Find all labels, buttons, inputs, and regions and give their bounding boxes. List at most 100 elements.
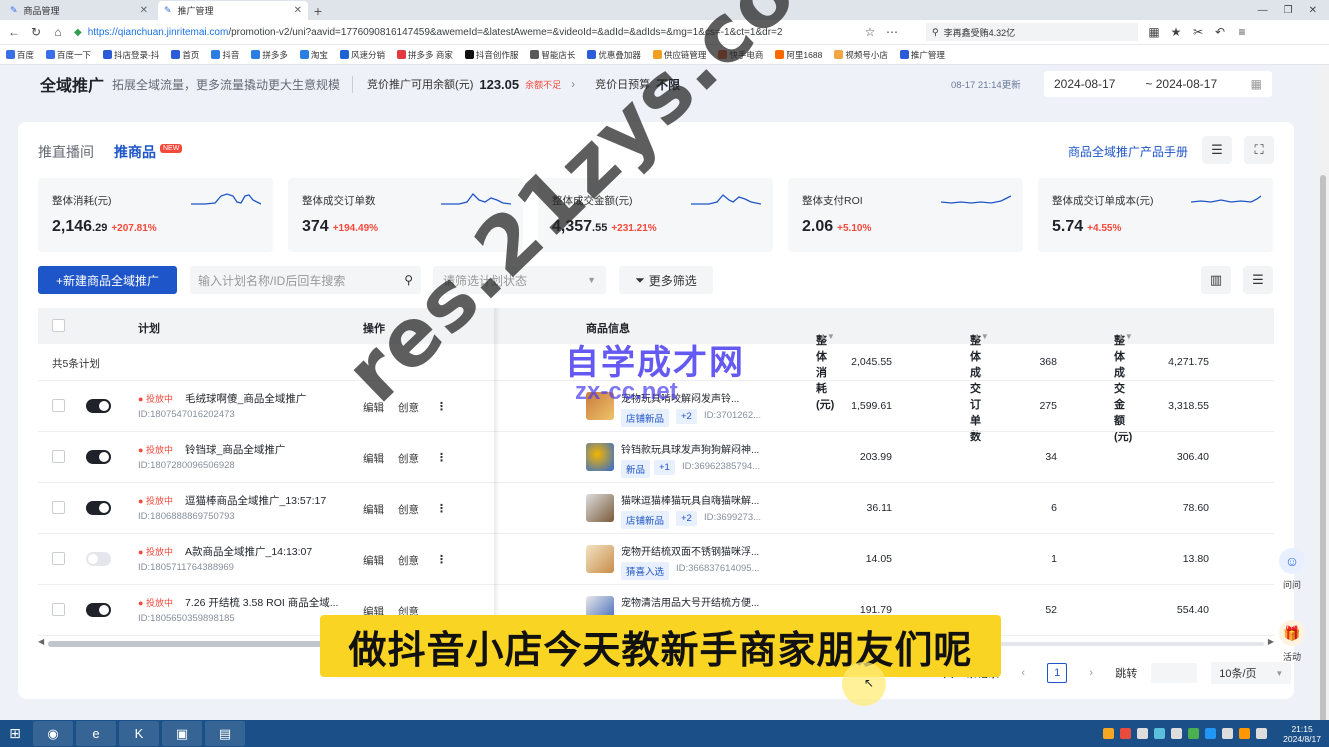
metric-card[interactable]: 整体消耗(元) 2,146.29 +207.81% — [38, 178, 273, 252]
scroll-left-icon[interactable]: ◀ — [38, 637, 44, 646]
tray-icon[interactable] — [1137, 728, 1149, 739]
more-filter-button[interactable]: ⏷ 更多筛选 — [619, 266, 713, 294]
creative-link[interactable]: 创意 — [398, 451, 419, 466]
more-actions-icon[interactable]: ⋮ — [436, 451, 447, 464]
star-icon[interactable]: ☆ — [864, 25, 876, 39]
jump-page-input[interactable] — [1151, 663, 1198, 683]
maximize-icon[interactable]: ❐ — [1284, 5, 1293, 16]
plan-name[interactable]: 铃铛球_商品全域推广 — [185, 442, 285, 457]
fullscreen-icon[interactable]: ⛶ — [1244, 136, 1274, 164]
close-icon[interactable]: ✕ — [294, 5, 302, 16]
row-checkbox[interactable] — [52, 399, 65, 412]
edit-link[interactable]: 编辑 — [363, 502, 384, 517]
product-title[interactable]: 铃铛款玩具球发声狗狗解闷神... — [621, 441, 759, 456]
row-checkbox[interactable] — [52, 552, 65, 565]
system-clock[interactable]: 21:15 2024/8/17 — [1283, 724, 1321, 744]
next-page-icon[interactable]: › — [1081, 663, 1101, 683]
tray-icon[interactable] — [1222, 728, 1234, 739]
more-actions-icon[interactable]: ⋮ — [436, 502, 447, 515]
undo-icon[interactable]: ↶ — [1214, 25, 1226, 39]
tray-icon[interactable] — [1188, 728, 1200, 739]
bookmark-item[interactable]: 淘宝 — [299, 49, 328, 61]
prev-page-icon[interactable]: ‹ — [1013, 663, 1033, 683]
bookmark-item[interactable]: 拼多多 商家 — [396, 49, 453, 61]
ask-assistant-button[interactable]: ☺ 问问 — [1270, 548, 1314, 591]
bookmark-item[interactable]: 百度 — [6, 49, 34, 61]
product-tag-more[interactable]: +2 — [676, 409, 697, 424]
tray-icon[interactable] — [1154, 728, 1166, 739]
metric-card[interactable]: 整体支付ROI 2.06 +5.10% — [788, 178, 1023, 252]
tab-product[interactable]: 推商品 — [114, 142, 156, 162]
bookmark-item[interactable]: 首页 — [171, 49, 199, 61]
product-title[interactable]: 猫咪逗猫棒猫玩具自嗨猫咪解... — [621, 492, 759, 507]
row-checkbox[interactable] — [52, 501, 65, 514]
tray-icon[interactable] — [1103, 728, 1115, 739]
refresh-icon[interactable]: ↻ — [30, 25, 42, 39]
back-icon[interactable]: ← — [8, 25, 20, 39]
settings-sliders-icon[interactable]: ☰ — [1202, 136, 1232, 164]
plan-name[interactable]: 7.26 开结梳 3.58 ROI 商品全域... — [185, 595, 338, 610]
plan-toggle[interactable] — [86, 501, 111, 515]
menu-icon[interactable]: ≡ — [1236, 25, 1248, 39]
bookmark-item[interactable]: 抖音 — [211, 49, 239, 61]
page-size-select[interactable]: 10条/页 ▼ — [1211, 662, 1292, 684]
page-scrollbar[interactable] — [1317, 65, 1329, 735]
plan-search-input[interactable]: 输入计划名称/ID后回车搜索 ⚲ — [190, 266, 421, 294]
chrome-app-icon[interactable]: ◉ — [33, 721, 73, 746]
edit-link[interactable]: 编辑 — [363, 451, 384, 466]
tray-icon[interactable] — [1120, 728, 1132, 739]
new-tab-button[interactable]: + — [308, 1, 328, 20]
product-tag-more[interactable]: +2 — [676, 511, 697, 526]
folder-app-icon[interactable]: ▤ — [205, 721, 245, 746]
browser-tab-promotion[interactable]: ✎ 推广管理 ✕ — [158, 1, 308, 20]
product-title[interactable]: 宠物清洁用品大号开结梳方便... — [621, 594, 759, 609]
select-all-checkbox[interactable] — [52, 319, 65, 332]
close-icon[interactable]: ✕ — [140, 5, 148, 16]
edit-link[interactable]: 编辑 — [363, 553, 384, 568]
plan-name[interactable]: 逗猫棒商品全域推广_13:57:17 — [185, 493, 326, 508]
bookmark-item[interactable]: 智能店长 — [530, 49, 575, 61]
row-checkbox[interactable] — [52, 603, 65, 616]
plan-toggle[interactable] — [86, 450, 111, 464]
plan-toggle[interactable] — [86, 603, 111, 617]
more-actions-icon[interactable]: ⋮ — [436, 553, 447, 566]
bookmark-item[interactable]: 抖店登录-抖 — [103, 49, 159, 61]
scissors-icon[interactable]: ✂ — [1192, 25, 1204, 39]
current-page[interactable]: 1 — [1047, 663, 1068, 683]
page-scroll-thumb[interactable] — [1320, 175, 1326, 735]
chevron-right-icon[interactable]: › — [571, 77, 575, 91]
activity-button[interactable]: 🎁 活动 — [1270, 620, 1314, 663]
browser-tab-product-management[interactable]: ✎ 商品管理 ✕ — [4, 1, 154, 20]
browser-search-box[interactable]: ⚲ 李再鑫受贿4.32亿 — [926, 23, 1138, 41]
minimize-icon[interactable]: — — [1258, 5, 1268, 16]
row-checkbox[interactable] — [52, 450, 65, 463]
plan-toggle[interactable] — [86, 399, 111, 413]
home-icon[interactable]: ⌂ — [52, 25, 64, 39]
close-window-icon[interactable]: ✕ — [1309, 5, 1317, 16]
bookmark-item[interactable]: 风速分销 — [339, 49, 385, 61]
more-actions-icon[interactable]: ⋮ — [436, 400, 447, 413]
bookmark-item[interactable]: 推广管理 — [899, 49, 945, 61]
column-settings-icon[interactable]: ▥ — [1201, 266, 1231, 294]
tab-live-room[interactable]: 推直播间 — [38, 142, 94, 162]
plan-name[interactable]: A款商品全域推广_14:13:07 — [185, 544, 312, 559]
plan-name[interactable]: 毛绒球啊傻_商品全域推广 — [185, 391, 306, 406]
creative-link[interactable]: 创意 — [398, 553, 419, 568]
bookmark-item[interactable]: 拼多多 — [251, 49, 288, 61]
product-title[interactable]: 宠物开结梳双面不锈钢猫咪浮... — [621, 543, 759, 558]
bookmark-item[interactable]: 百度一下 — [46, 49, 91, 61]
bookmark-item[interactable]: 视频号小店 — [834, 49, 888, 61]
product-tag-more[interactable]: +1 — [654, 460, 675, 475]
bookmark-item[interactable]: 阿里1688 — [775, 49, 822, 61]
product-manual-link[interactable]: 商品全域推广产品手册 — [1068, 143, 1188, 160]
metric-card[interactable]: 整体成交订单成本(元) 5.74 +4.55% — [1038, 178, 1273, 252]
creative-link[interactable]: 创意 — [398, 502, 419, 517]
table-settings-icon[interactable]: ☰ — [1243, 266, 1273, 294]
apps-icon[interactable]: ▦ — [1148, 25, 1160, 39]
plan-toggle[interactable] — [86, 552, 111, 566]
bookmark-item[interactable]: 抖音创作服 — [464, 49, 518, 61]
start-button-icon[interactable]: ⊞ — [0, 720, 30, 747]
date-range-picker[interactable]: 2024-08-17 ~ 2024-08-17 ▦ — [1044, 71, 1272, 97]
create-promotion-button[interactable]: +新建商品全域推广 — [38, 266, 177, 294]
tray-icon[interactable] — [1205, 728, 1217, 739]
